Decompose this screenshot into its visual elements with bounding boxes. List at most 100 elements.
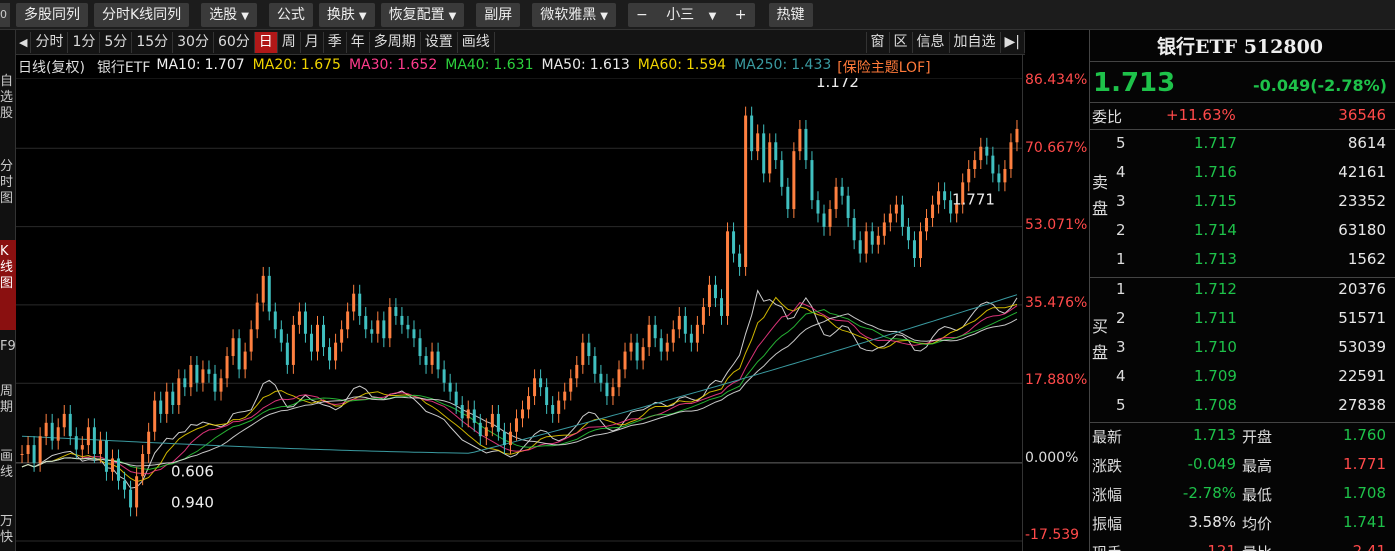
period-tab[interactable]: 周 [278,31,301,53]
ask-volume: 42161 [1338,163,1386,181]
font-increase-button[interactable]: + [735,7,747,23]
period-tab[interactable]: 分时 [31,31,69,53]
kline-chart[interactable]: 1.172 1.771 0.606 0.940 [16,78,1023,551]
ma-line [21,309,1018,471]
period-bar-tool[interactable]: ▶| [1001,31,1025,53]
period-tab[interactable]: 月 [301,31,324,53]
candle-body [557,400,561,414]
hotkey-button[interactable]: 热键 [768,2,813,27]
security-name: 银行ETF [96,60,151,76]
period-tab[interactable]: 60分 [214,31,255,53]
period-bar-tool[interactable]: 窗 [865,31,890,53]
candle-body [575,364,579,379]
candle-body [315,324,319,352]
candle-body [858,240,862,254]
candle-body [786,186,790,210]
stat-label: 最新 [1092,428,1123,446]
left-tab[interactable]: F9 [0,335,16,365]
toolbar-button[interactable]: 分时K线同列 [94,2,190,27]
candle-body [303,311,307,334]
ma-line [21,289,1018,489]
toolbar-buttons: 多股同列 分时K线同列 选股 ▼ 公式 换肤 ▼ 恢复配置 ▼ 副屏 微软雅黑 ▼ [10,2,616,27]
candle-body [231,338,235,357]
candle-body [460,405,464,419]
font-size-value[interactable]: 小三 [666,7,694,23]
period-bar-tool[interactable]: 加自选 [950,31,1001,53]
candle-body [677,315,681,330]
toolbar-button-label: 公式 [276,6,305,23]
left-tab[interactable]: 画线 [0,445,16,500]
period-tab[interactable]: 15分 [132,31,174,53]
candle-body [870,231,874,245]
candle-body [406,324,410,330]
period-tab[interactable]: 5分 [100,31,133,53]
ma250-line [21,294,1018,454]
candle-body [388,307,392,339]
stat-value: -2.78% [1182,484,1236,502]
candle-body [147,431,151,454]
toolbar-button-label: 换肤 [326,6,355,23]
period-tab[interactable]: 季 [324,31,347,53]
left-tab[interactable]: 万快 [0,510,16,551]
toolbar-button-label: 选股 [209,6,238,23]
period-tab[interactable]: 年 [347,31,370,53]
period-tab[interactable]: 30分 [173,31,214,53]
candle-body [563,391,567,401]
left-tab[interactable]: K线图 [0,240,16,330]
sell-label: 卖盘 [1092,173,1109,218]
period-tab[interactable]: 设置 [421,31,458,53]
toolbar-button[interactable]: 选股 ▼ [201,2,257,27]
toolbar-button[interactable]: 多股同列 [16,2,88,27]
candle-body [943,191,947,201]
candle-body [340,329,344,343]
back-button[interactable]: ◀ [16,31,32,53]
ma-item: MA30: 1.652 [349,57,437,77]
chevron-down-icon: ▼ [448,10,457,22]
candle-body [750,115,754,152]
candle-body [744,115,748,267]
period-tab[interactable]: 多周期 [370,31,421,53]
stat-label: 最低 [1242,486,1273,504]
period-bar-tool[interactable]: 区 [890,31,913,53]
candle-body [68,413,72,437]
related-tag[interactable]: [保险主题LOF] [837,57,930,77]
left-tab[interactable]: 分时图 [0,155,16,225]
toolbar-button[interactable]: 换肤 ▼ [318,2,375,27]
bid-volume: 22591 [1338,367,1386,385]
toolbar-edge[interactable]: 0 [0,2,10,27]
ask-volume: 8614 [1347,134,1386,152]
period-tab[interactable]: 画线 [458,31,495,53]
candle-body [985,146,989,156]
stat-label: 涨跌 [1092,457,1123,475]
font-decrease-button[interactable]: − [636,7,648,23]
candle-body [322,324,326,348]
left-tab[interactable]: 自选股 [0,70,16,130]
candle-body [135,476,139,508]
candle-body [997,173,1001,183]
font-size-control[interactable]: − 小三 ▼ + [628,2,755,27]
ask-price: 1.715 [1194,192,1237,210]
candle-body [635,342,639,361]
level: 1 [1116,250,1126,268]
chevron-down-icon[interactable]: ▼ [709,11,717,22]
toolbar-button-label: 多股同列 [24,6,80,23]
toolbar-button[interactable]: 公式 [268,2,313,27]
top-toolbar: 0 多股同列 分时K线同列 选股 ▼ 公式 换肤 ▼ 恢复配置 ▼ 副屏 微软雅黑 ▼ − 小三 ▼ … [0,0,1395,30]
left-tab[interactable]: 周期 [0,380,16,430]
candle-body [153,400,157,432]
candle-body [20,453,24,455]
price-annotation: 1.771 [952,191,995,209]
period-tab[interactable]: 日 [254,31,278,53]
candle-body [931,204,935,218]
candle-body [1015,128,1019,143]
period-bar-tool[interactable]: 信息 [913,31,950,53]
toolbar-button-label: 副屏 [484,6,513,23]
ask-price: 1.714 [1194,221,1237,239]
toolbar-button[interactable]: 恢复配置 ▼ [380,2,465,27]
period-tab[interactable]: 1分 [68,31,101,53]
toolbar-button[interactable]: 微软雅黑 ▼ [532,2,616,27]
toolbar-button[interactable]: 副屏 [476,2,521,27]
candle-body [882,222,886,236]
candle-body [864,231,868,254]
candle-body [346,311,350,330]
